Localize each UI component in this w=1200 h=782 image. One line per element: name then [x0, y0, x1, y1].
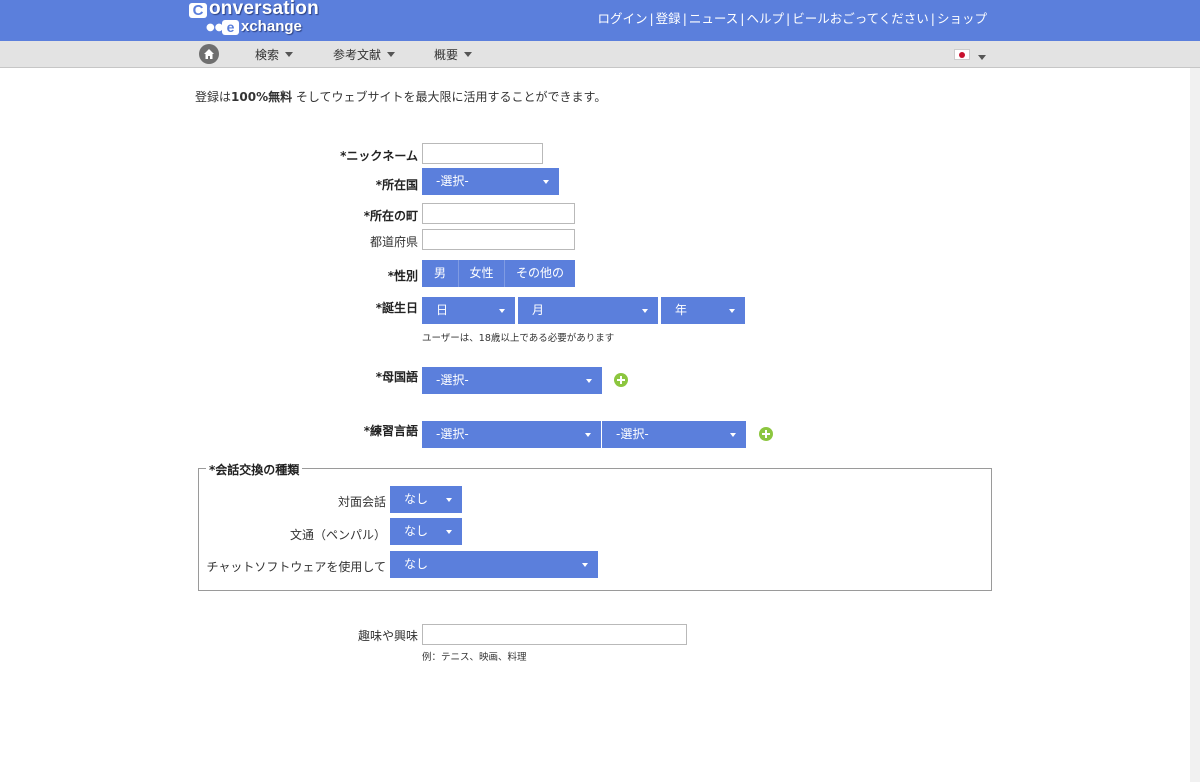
nav-shop-link[interactable]: ショップ	[937, 11, 987, 26]
birthday-label: *誕生日	[375, 301, 418, 315]
birthday-day-value: 日	[436, 303, 449, 317]
language-caret-icon[interactable]	[978, 51, 986, 65]
intro-suffix: そしてウェブサイトを最大限に活用することができます。	[292, 90, 607, 104]
face-to-face-label: 対面会話	[337, 495, 386, 509]
nav-separator: |	[682, 11, 687, 26]
gender-male-button[interactable]: 男	[422, 260, 458, 287]
people-icon: ●●	[206, 22, 224, 33]
chevron-down-icon	[499, 309, 505, 313]
logo-letter-e: e	[222, 20, 239, 35]
native-language-label: *母国語	[375, 370, 418, 384]
menu-search-label: 検索	[255, 48, 280, 62]
penpal-label: 文通（ペンパル）	[289, 528, 386, 542]
prefecture-input[interactable]	[422, 229, 575, 250]
face-to-face-value: なし	[404, 492, 429, 506]
registration-intro: 登録は100%無料 そしてウェブサイトを最大限に活用することができます。	[195, 88, 606, 105]
chevron-down-icon	[446, 498, 452, 502]
japan-flag-icon[interactable]	[954, 49, 970, 60]
chevron-down-icon	[446, 530, 452, 534]
menu-overview[interactable]: 概要	[434, 46, 473, 63]
penpal-value: なし	[404, 524, 429, 538]
gender-label: *性別	[387, 269, 418, 283]
hobbies-label: 趣味や興味	[357, 629, 418, 643]
birthday-month-select[interactable]: 月	[518, 297, 658, 324]
nav-separator: |	[740, 11, 745, 26]
caret-down-icon	[387, 52, 396, 57]
home-icon[interactable]	[199, 44, 219, 64]
native-language-select[interactable]: -選択-	[422, 367, 602, 394]
prefecture-label: 都道府県	[369, 235, 418, 249]
gender-female-button[interactable]: 女性	[458, 260, 504, 287]
hobbies-example-note: 例：テニス、映画、料理	[422, 652, 527, 663]
top-navigation: ログイン | 登録 | ニュース | ヘルプ | ビールおごってください | ショップ	[597, 10, 987, 28]
country-select-value: -選択-	[436, 174, 469, 188]
caret-down-icon	[464, 52, 473, 57]
native-language-value: -選択-	[436, 373, 469, 387]
penpal-select[interactable]: なし	[390, 518, 462, 545]
country-label: *所在国	[375, 178, 418, 192]
chevron-down-icon	[642, 309, 648, 313]
secondary-nav-bar	[0, 41, 1200, 68]
intro-prefix: 登録は	[195, 90, 232, 104]
practice-language-label: *練習言語	[363, 424, 418, 438]
nav-login-link[interactable]: ログイン	[597, 11, 647, 26]
menu-overview-label: 概要	[434, 48, 459, 62]
nav-separator: |	[786, 11, 791, 26]
chevron-down-icon	[543, 180, 549, 184]
logo-letter-c: C	[189, 3, 207, 18]
country-select[interactable]: -選択-	[422, 168, 559, 195]
gender-other-button[interactable]: その他の	[504, 260, 575, 287]
age-requirement-note: ユーザーは、18歳以上である必要があります	[422, 333, 615, 344]
nav-register-link[interactable]: 登録	[656, 11, 681, 26]
birthday-year-select[interactable]: 年	[661, 297, 745, 324]
add-native-language-icon[interactable]	[614, 373, 628, 387]
logo-word-exchange: xchange	[241, 18, 302, 35]
chevron-down-icon	[582, 563, 588, 567]
nav-news-link[interactable]: ニュース	[689, 11, 738, 26]
caret-down-icon	[285, 52, 294, 57]
hobbies-input[interactable]	[422, 624, 687, 645]
caret-down-icon	[978, 55, 986, 60]
chat-software-select[interactable]: なし	[390, 551, 598, 578]
intro-free: 100%無料	[231, 90, 293, 104]
chevron-down-icon	[730, 433, 736, 437]
exchange-type-legend: *会話交換の種類	[206, 461, 303, 478]
chevron-down-icon	[585, 433, 591, 437]
nickname-label: *ニックネーム	[340, 149, 418, 163]
practice-language-select[interactable]: -選択-	[422, 421, 601, 448]
birthday-month-value: 月	[532, 303, 545, 317]
nav-help-link[interactable]: ヘルプ	[747, 11, 785, 26]
practice-level-value: -選択-	[616, 427, 649, 441]
menu-references[interactable]: 参考文献	[333, 46, 396, 63]
nav-separator: |	[649, 11, 654, 26]
chevron-down-icon	[729, 309, 735, 313]
page-scrollbar[interactable]	[1190, 68, 1200, 782]
menu-search[interactable]: 検索	[255, 46, 294, 63]
site-logo[interactable]: C onversation ●● e xchange	[189, 0, 339, 38]
add-practice-language-icon[interactable]	[759, 427, 773, 441]
nav-buy-beer-link[interactable]: ビールおごってください	[792, 11, 929, 26]
chevron-down-icon	[586, 379, 592, 383]
practice-level-select[interactable]: -選択-	[602, 421, 746, 448]
face-to-face-select[interactable]: なし	[390, 486, 462, 513]
chat-software-label: チャットソフトウェアを使用して	[206, 560, 386, 574]
nickname-input[interactable]	[422, 143, 543, 164]
birthday-day-select[interactable]: 日	[422, 297, 515, 324]
town-input[interactable]	[422, 203, 575, 224]
nav-separator: |	[930, 11, 935, 26]
birthday-year-value: 年	[675, 303, 688, 317]
practice-language-value: -選択-	[436, 427, 469, 441]
menu-references-label: 参考文献	[333, 48, 382, 62]
chat-software-value: なし	[404, 557, 429, 571]
town-label: *所在の町	[363, 209, 418, 223]
